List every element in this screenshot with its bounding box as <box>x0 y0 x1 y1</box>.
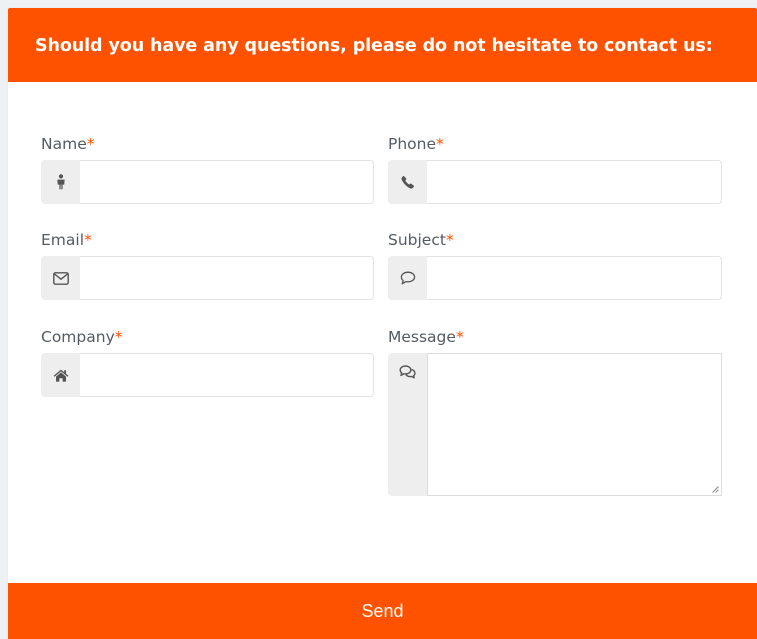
name-input[interactable] <box>80 160 374 204</box>
phone-input[interactable] <box>427 160 722 204</box>
name-input-group <box>41 160 374 204</box>
company-label: Company* <box>41 328 123 346</box>
required-marker: * <box>436 135 444 153</box>
phone-label: Phone* <box>388 135 444 153</box>
phone-field-group: Phone* <box>388 134 722 204</box>
required-marker: * <box>445 231 454 249</box>
message-label: Message* <box>388 328 464 346</box>
speech-bubble-icon <box>388 256 427 300</box>
company-input-group <box>41 353 374 397</box>
name-field-group: Name* <box>41 134 374 204</box>
email-field-group: Email* <box>41 230 374 300</box>
required-marker: * <box>84 231 92 249</box>
email-label: Email* <box>41 231 92 249</box>
contact-card: Should you have any questions, please do… <box>8 8 757 639</box>
message-input-group <box>388 353 722 496</box>
email-input-group <box>41 256 374 300</box>
required-marker: * <box>114 328 123 346</box>
subject-label: Subject* <box>388 231 454 249</box>
contact-header: Should you have any questions, please do… <box>8 8 757 82</box>
company-field-group: Company* <box>41 327 374 397</box>
resize-grip-icon[interactable] <box>711 485 719 493</box>
chat-bubbles-icon <box>388 353 427 496</box>
phone-input-group <box>388 160 722 204</box>
required-marker: * <box>86 135 95 153</box>
user-icon <box>41 160 80 204</box>
subject-input-group <box>388 256 722 300</box>
email-input[interactable] <box>80 256 374 300</box>
message-field-group: Message* <box>388 327 722 497</box>
send-button[interactable]: Send <box>8 583 757 639</box>
envelope-icon <box>41 256 80 300</box>
subject-field-group: Subject* <box>388 230 722 300</box>
subject-input[interactable] <box>427 256 722 300</box>
name-label: Name* <box>41 135 95 153</box>
phone-icon <box>388 160 427 204</box>
company-input[interactable] <box>80 353 374 397</box>
message-textarea-wrapper <box>427 353 722 496</box>
message-textarea[interactable] <box>427 353 722 496</box>
required-marker: * <box>455 328 464 346</box>
home-icon <box>41 353 80 397</box>
header-title: Should you have any questions, please do… <box>35 36 713 56</box>
